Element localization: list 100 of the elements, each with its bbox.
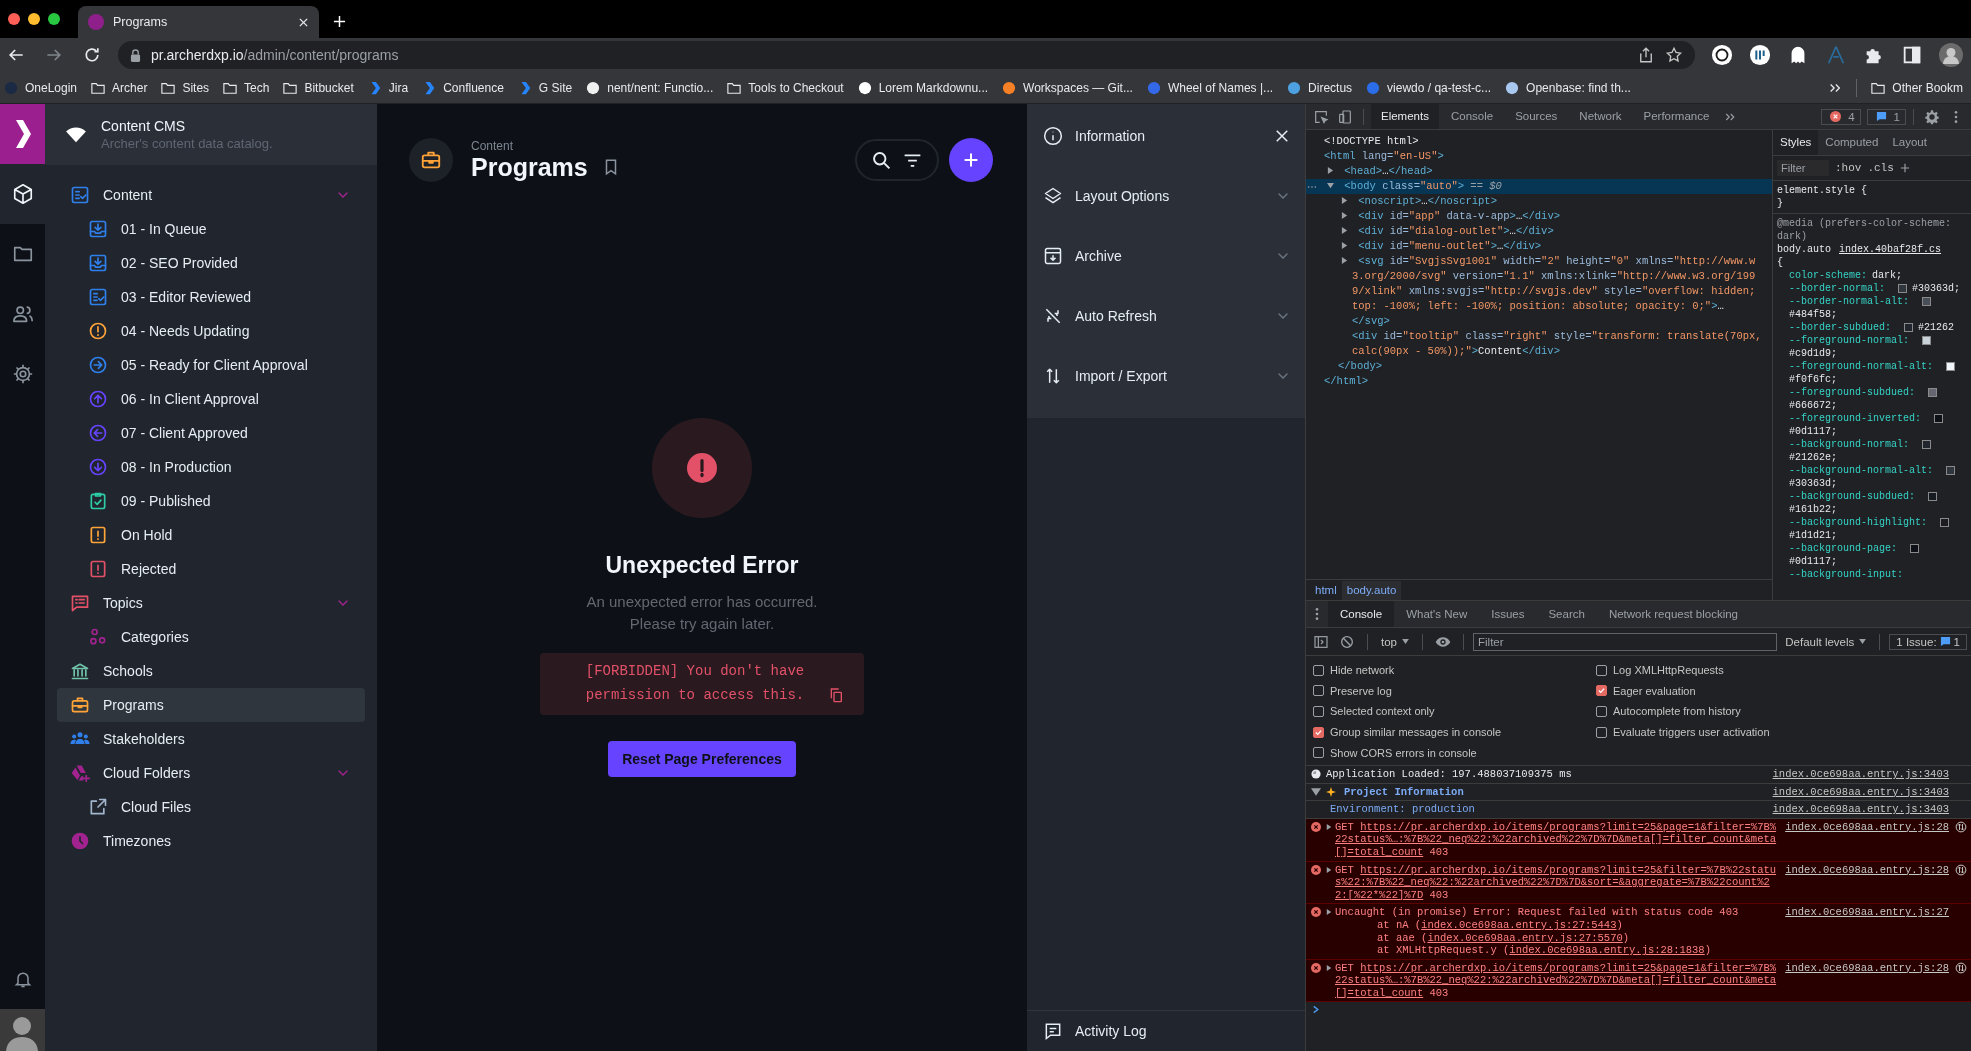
bookmark[interactable]: Openbase: find th... [1505, 80, 1631, 95]
extension-icon[interactable] [1749, 44, 1771, 66]
dom-breadcrumb[interactable]: html [1310, 580, 1342, 600]
stylesheet-link[interactable]: index.40baf28f.cs [1839, 243, 1942, 256]
bookmark[interactable]: Tech [223, 80, 270, 95]
devtools-tab[interactable]: Console [1440, 104, 1504, 129]
dom-line[interactable]: </body> [1306, 359, 1772, 374]
sidebar-section[interactable]: Information [1027, 106, 1305, 166]
drawer-tab[interactable]: Network request blocking [1596, 601, 1750, 627]
drawer-tab[interactable]: Issues [1479, 601, 1537, 627]
browser-tab[interactable]: Programs [78, 6, 319, 38]
checkbox[interactable] [1313, 726, 1324, 738]
dom-line[interactable]: </html> [1306, 374, 1772, 389]
sidebar-section[interactable]: Auto Refresh [1027, 286, 1305, 346]
source-link[interactable]: index.0ce698aa.entry.js:27:5443 [1421, 918, 1617, 931]
color-swatch[interactable] [1922, 440, 1932, 449]
nav-item[interactable]: 06 - In Client Approval [57, 382, 365, 416]
nav-item[interactable]: Programs [57, 688, 365, 722]
nav-item[interactable]: 05 - Ready for Client Approval [57, 348, 365, 382]
source-link[interactable]: index.0ce698aa.entry.js:3403 [1772, 785, 1949, 799]
nav-item[interactable]: Cloud Files [57, 790, 365, 824]
color-swatch[interactable] [1946, 466, 1956, 475]
bookmark[interactable]: G Site [517, 80, 573, 95]
bookmark[interactable]: Jira [367, 80, 409, 95]
bookmark[interactable]: Lorem Markdownu... [857, 80, 989, 95]
console-group-title[interactable]: Project Information [1344, 785, 1464, 799]
color-swatch[interactable] [1910, 544, 1920, 553]
source-link[interactable]: index.0ce698aa.entry.js:28:1838 [1509, 944, 1705, 957]
expand-arrow-icon[interactable] [1341, 257, 1348, 264]
color-swatch[interactable] [1928, 492, 1938, 501]
nav-item[interactable]: 02 - SEO Provided [57, 246, 365, 280]
drawer-tab[interactable]: Search [1536, 601, 1597, 627]
dom-line[interactable]: <noscript>…</noscript> [1306, 194, 1772, 209]
minimize-window-icon[interactable] [28, 13, 40, 25]
styles-tab[interactable]: Layout [1885, 130, 1934, 155]
nav-item[interactable]: 03 - Editor Reviewed [57, 280, 365, 314]
source-link[interactable]: index.0ce698aa.entry.js:27 [1785, 906, 1949, 919]
nav-item[interactable]: 01 - In Queue [57, 212, 365, 246]
dom-line[interactable]: <div id="menu-outlet">…</div> [1306, 239, 1772, 254]
nav-item[interactable]: Topics [57, 586, 365, 620]
expand-arrow-icon[interactable] [1326, 866, 1332, 873]
checkbox[interactable] [1596, 726, 1607, 738]
bookmark[interactable]: Bitbucket [283, 80, 354, 95]
expand-arrow-icon[interactable] [1341, 212, 1348, 219]
devtools-tab[interactable]: Network [1569, 104, 1632, 129]
nav-item[interactable]: Schools [57, 654, 365, 688]
close-icon[interactable] [298, 16, 309, 28]
sidebar-icon[interactable] [1901, 44, 1923, 66]
error-count-badge[interactable]: 4 [1821, 108, 1861, 125]
expand-arrow-icon[interactable] [1326, 909, 1332, 916]
source-link[interactable]: index.0ce698aa.entry.js:28 [1785, 961, 1949, 975]
address-bar[interactable]: pr.archerdxp.io/admin/content/programs [118, 41, 1695, 69]
bookmark[interactable]: viewdo / qa-test-c... [1366, 80, 1492, 95]
expand-arrow-icon[interactable] [1341, 242, 1348, 249]
dom-breadcrumb[interactable]: body.auto [1341, 580, 1402, 600]
issues-button[interactable]: 1 Issue: 1 [1889, 633, 1967, 650]
bookmark[interactable]: Archer [91, 80, 148, 95]
source-link[interactable]: index.0ce698aa.entry.js:28 [1785, 820, 1949, 834]
bookmark[interactable]: Tools to Checkout [727, 80, 844, 95]
extension-icon[interactable] [1711, 44, 1733, 66]
color-swatch[interactable] [1940, 518, 1950, 527]
prompt-icon[interactable] [1312, 1005, 1320, 1015]
styles-tab[interactable]: Computed [1818, 130, 1886, 155]
source-link[interactable]: index.0ce698aa.entry.js:27:5570 [1427, 931, 1623, 944]
source-link[interactable]: index.0ce698aa.entry.js:3403 [1772, 803, 1949, 816]
cube-icon[interactable] [0, 164, 45, 224]
dom-line[interactable]: <!DOCTYPE html> [1306, 134, 1772, 149]
dom-line[interactable]: <div id="app" data-v-app>…</div> [1306, 209, 1772, 224]
profile-avatar[interactable] [1939, 43, 1963, 67]
color-swatch[interactable] [1946, 362, 1956, 371]
nav-item[interactable]: Stakeholders [57, 722, 365, 756]
bookmark[interactable]: Confluence [422, 80, 504, 95]
maximize-window-icon[interactable] [48, 13, 60, 25]
source-link[interactable]: index.0ce698aa.entry.js:28 [1785, 863, 1949, 877]
nav-item[interactable]: Timezones [57, 824, 365, 858]
log-levels-dropdown[interactable]: Default levels [1781, 635, 1871, 648]
checkbox[interactable] [1313, 747, 1324, 759]
drawer-tab[interactable]: Console [1328, 601, 1395, 627]
add-button[interactable] [949, 138, 993, 182]
devtools-tab[interactable]: Elements [1371, 104, 1439, 129]
breadcrumb[interactable]: Content [471, 138, 620, 153]
styles-filter-field[interactable]: Filter [1777, 160, 1829, 176]
logo-icon[interactable] [0, 104, 45, 164]
share-icon[interactable] [1637, 46, 1655, 64]
close-window-icon[interactable] [8, 13, 20, 25]
drawer-tab[interactable]: What's New [1394, 601, 1480, 627]
bookmark[interactable]: Directus [1287, 80, 1353, 95]
dom-line[interactable]: <svg id="SvgjsSvg1001" width="2" height="0" xmlns="http://www.w3.org/2000/svg" version="1.1" xmlns:xlink="http://www.w3.org/1999/xlink" xmlns:svgjs="http://svgjs.dev" style="overflow: hidden; top: -100%; left: -100%; position: absolute; opacity: 0;">… [1306, 254, 1772, 314]
devtools-tab[interactable]: Performance [1633, 104, 1720, 129]
nav-item[interactable]: Rejected [57, 552, 365, 586]
expand-arrow-icon[interactable] [1326, 823, 1332, 830]
bookmark[interactable]: OneLogin [4, 80, 78, 95]
class-toggle[interactable]: .cls [1867, 162, 1894, 174]
nav-item[interactable]: Categories [57, 620, 365, 654]
source-link[interactable]: index.0ce698aa.entry.js:3403 [1772, 767, 1949, 781]
more-dots-icon[interactable] [1307, 185, 1317, 189]
nav-item[interactable]: Cloud Folders [57, 756, 365, 790]
checkbox[interactable] [1313, 706, 1324, 717]
devtools-tab[interactable]: Sources [1505, 104, 1568, 129]
checkbox[interactable] [1313, 685, 1324, 697]
